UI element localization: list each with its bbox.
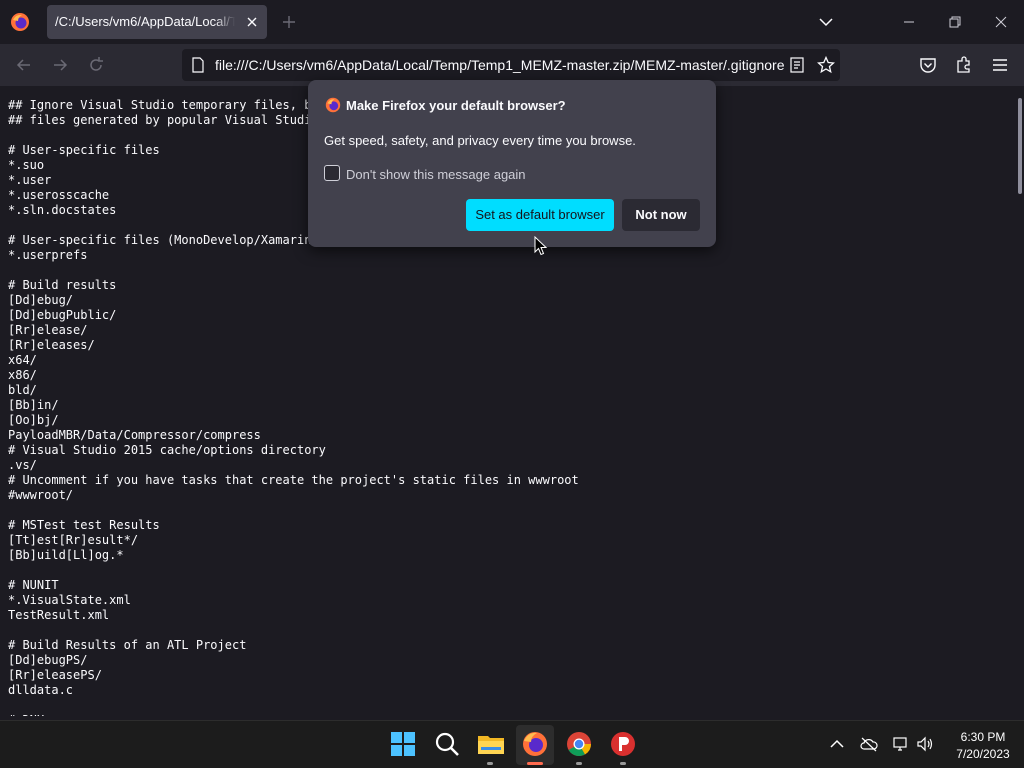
- code-line: [Oo]bj/: [8, 413, 59, 427]
- chrome-running-indicator: [576, 762, 582, 765]
- restore-icon[interactable]: [946, 13, 964, 31]
- code-line: #wwwroot/: [8, 488, 74, 502]
- tab-gitignore[interactable]: /C:/Users/vm6/AppData/Local/Temp/Temp1_M…: [47, 5, 267, 39]
- code-line: # MSTest test Results: [8, 518, 160, 532]
- psiphon-running-indicator: [620, 762, 626, 765]
- code-line: # DNX: [8, 713, 579, 716]
- firefox-running-indicator: [527, 762, 543, 765]
- chrome-icon[interactable]: [564, 729, 594, 759]
- chevron-up-icon[interactable]: [828, 735, 846, 753]
- code-line: PayloadMBR/Data/Compressor/compress: [8, 428, 261, 442]
- not-now-button[interactable]: Not now: [622, 199, 700, 231]
- default-browser-dialog: Make Firefox your default browser? Get s…: [308, 80, 716, 247]
- taskbar: 6:30 PM 7/20/2023: [0, 720, 1024, 768]
- code-line: # Build results: [8, 278, 117, 292]
- firefox-menu-icon[interactable]: [10, 12, 30, 32]
- code-line: # Build Results of an ATL Project: [8, 638, 247, 652]
- code-line: [Bb]uild[Ll]og.*: [8, 548, 124, 562]
- reload-icon[interactable]: [86, 55, 106, 75]
- code-line: [Dd]ebug/: [8, 293, 74, 307]
- clock-date[interactable]: 7/20/2023: [949, 747, 1017, 761]
- file-explorer-running-indicator: [487, 762, 493, 765]
- extensions-icon[interactable]: [954, 55, 974, 75]
- set-default-browser-button[interactable]: Set as default browser: [466, 199, 614, 231]
- search-icon[interactable]: [432, 729, 462, 759]
- scrollbar-thumb[interactable]: [1018, 98, 1022, 194]
- new-tab-icon[interactable]: [280, 13, 298, 31]
- bookmark-star-icon[interactable]: [817, 56, 835, 74]
- code-line: [Dd]ebugPublic/: [8, 308, 117, 322]
- pocket-icon[interactable]: [918, 55, 938, 75]
- code-line: [Dd]ebugPS/: [8, 653, 88, 667]
- code-line: # Uncomment if you have tasks that creat…: [8, 473, 579, 487]
- window-close-icon[interactable]: [992, 13, 1010, 31]
- code-line: .vs/: [8, 458, 37, 472]
- code-line: [Tt]est[Rr]esult*/: [8, 533, 139, 547]
- code-line: [Rr]eleasePS/: [8, 668, 102, 682]
- tab-strip: /C:/Users/vm6/AppData/Local/Temp/Temp1_M…: [0, 0, 1024, 44]
- firefox-icon[interactable]: [520, 729, 550, 759]
- code-line: TestResult.xml: [8, 608, 110, 622]
- dialog-message: Get speed, safety, and privacy every tim…: [324, 133, 636, 148]
- scrollbar[interactable]: [1016, 86, 1024, 716]
- hamburger-menu-icon[interactable]: [990, 55, 1010, 75]
- page-icon[interactable]: [190, 57, 206, 73]
- code-line: [Rr]elease/: [8, 323, 88, 337]
- dont-show-again-label[interactable]: Don't show this message again: [346, 167, 526, 182]
- url-bar[interactable]: file:///C:/Users/vm6/AppData/Local/Temp/…: [182, 49, 840, 81]
- network-icon[interactable]: [892, 735, 910, 753]
- code-line: dlldata.c: [8, 683, 74, 697]
- chevron-down-icon[interactable]: [817, 13, 835, 31]
- volume-icon[interactable]: [916, 735, 934, 753]
- code-line: *.userprefs: [8, 248, 88, 262]
- windows-start-icon[interactable]: [388, 729, 418, 759]
- tab-title: /C:/Users/vm6/AppData/Local/Temp/Temp1_M…: [55, 14, 235, 29]
- mouse-cursor-icon: [534, 236, 548, 256]
- close-icon[interactable]: [243, 13, 261, 31]
- minimize-icon[interactable]: [900, 13, 918, 31]
- dialog-title: Make Firefox your default browser?: [346, 98, 566, 113]
- dont-show-again-checkbox[interactable]: [324, 165, 340, 181]
- code-line: [Rr]eleases/: [8, 338, 95, 352]
- reader-view-icon[interactable]: [789, 57, 805, 73]
- code-line: bld/: [8, 383, 37, 397]
- psiphon-icon[interactable]: [608, 729, 638, 759]
- url-text[interactable]: file:///C:/Users/vm6/AppData/Local/Temp/…: [215, 57, 789, 73]
- cloud-offline-icon[interactable]: [860, 735, 878, 753]
- code-line: [Bb]in/: [8, 398, 59, 412]
- code-line: # Visual Studio 2015 cache/options direc…: [8, 443, 326, 457]
- code-line: *.VisualState.xml: [8, 593, 131, 607]
- code-line: x86/: [8, 368, 37, 382]
- code-line: # NUNIT: [8, 578, 59, 592]
- back-icon[interactable]: [14, 55, 34, 75]
- firefox-icon: [325, 97, 341, 113]
- forward-icon[interactable]: [50, 55, 70, 75]
- clock-time[interactable]: 6:30 PM: [949, 730, 1017, 744]
- file-explorer-icon[interactable]: [476, 729, 506, 759]
- code-line: x64/: [8, 353, 37, 367]
